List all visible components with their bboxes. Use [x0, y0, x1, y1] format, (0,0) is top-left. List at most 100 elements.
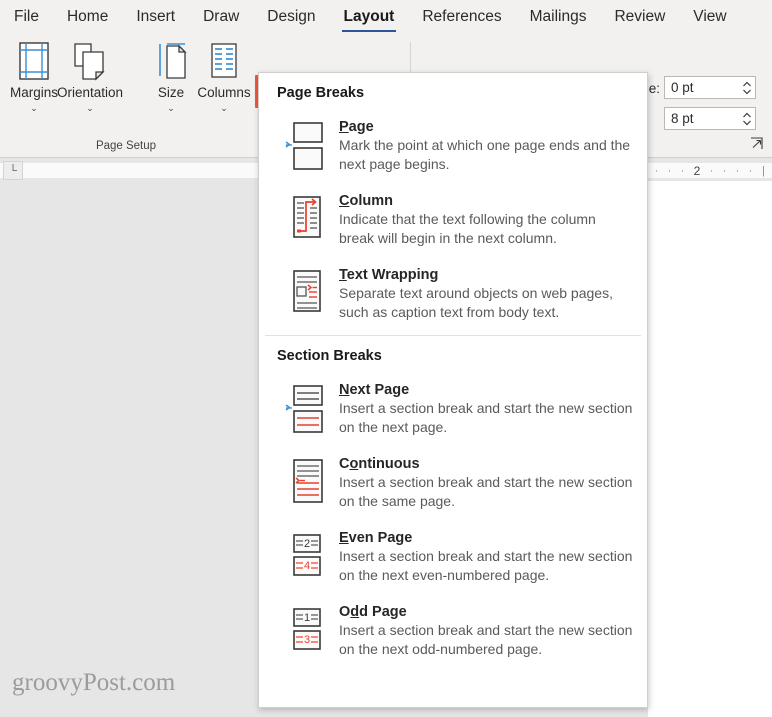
menu-item-text: Text Wrapping Separate text around objec… [337, 266, 633, 322]
menu-item-description: Insert a section break and start the new… [339, 474, 633, 509]
tab-label: Mailings [529, 8, 587, 25]
title-rest: ntinuous [358, 456, 420, 472]
title-pre: O [339, 604, 351, 620]
tab-label: View [693, 8, 727, 25]
tab-insert[interactable]: Insert [122, 0, 189, 34]
continuous-break-icon [275, 455, 337, 509]
even-page-break-icon: 2 4 [275, 529, 337, 583]
size-label: Size [157, 85, 185, 100]
menu-item-description: Insert a section break and start the new… [339, 622, 633, 657]
tab-stop-glyph: └ [9, 164, 17, 177]
ribbon-tab-bar: File Home Insert Draw Design Layout Refe… [0, 0, 772, 34]
menu-item-description: Insert a section break and start the new… [339, 548, 633, 583]
tab-review[interactable]: Review [600, 0, 679, 34]
chevron-down-icon: ⌄ [86, 103, 94, 113]
odd-page-break-icon: 1 3 [275, 603, 337, 657]
menu-item-description: Insert a section break and start the new… [339, 400, 633, 435]
menu-item-text: Even Page Insert a section break and sta… [337, 529, 633, 585]
accel-key: N [339, 382, 350, 398]
tab-references[interactable]: References [408, 0, 515, 34]
menu-item-even-page[interactable]: 2 4 Even Page Insert a section break and… [259, 520, 647, 594]
tab-stop-selector[interactable]: └ [3, 161, 23, 180]
tab-label: Insert [136, 8, 176, 25]
menu-item-title: Continuous [339, 456, 420, 472]
accel-key: P [339, 119, 349, 135]
menu-item-description: Separate text around objects on web page… [339, 285, 613, 320]
orientation-icon [67, 38, 113, 84]
odd-page-icon-number-top: 1 [304, 612, 310, 624]
menu-item-page[interactable]: Page Mark the point at which one page en… [259, 109, 647, 183]
spacing-before-input[interactable]: 0 pt [664, 76, 756, 99]
tab-layout[interactable]: Layout [330, 0, 409, 34]
spacing-after-input[interactable]: 8 pt [664, 107, 756, 130]
menu-item-title: Text Wrapping [339, 267, 438, 283]
watermark: groovyPost.com [12, 669, 176, 696]
tab-label: Draw [203, 8, 240, 25]
ruler-tick: · [654, 164, 659, 177]
ruler-tick: · [748, 164, 753, 177]
menu-item-text: Column Indicate that the text following … [337, 192, 633, 248]
title-rest: d Page [359, 604, 407, 620]
ruler-tick: · [709, 164, 714, 177]
chevron-down-icon: ⌄ [167, 103, 175, 113]
ruler-tick: · [722, 164, 727, 177]
spacing-before-value: 0 pt [671, 80, 694, 95]
chevron-down-icon: ⌄ [220, 103, 228, 113]
page-break-icon [275, 118, 337, 172]
tab-label: Home [66, 8, 109, 25]
ruler-tick: · [735, 164, 740, 177]
dialog-launcher-icon[interactable] [750, 137, 764, 151]
menu-item-continuous[interactable]: Continuous Insert a section break and st… [259, 446, 647, 520]
tab-home[interactable]: Home [53, 0, 122, 34]
spinner-arrows-icon[interactable] [739, 77, 755, 98]
orientation-label: Orientation [56, 85, 124, 100]
margins-icon [14, 38, 54, 84]
menu-item-title: Even Page [339, 530, 412, 546]
tab-design[interactable]: Design [253, 0, 329, 34]
text-wrapping-break-icon [275, 266, 337, 320]
word-window: File Home Insert Draw Design Layout Refe… [0, 0, 772, 717]
margins-button[interactable]: Margins ⌄ [2, 38, 66, 114]
accel-key: o [349, 456, 359, 472]
menu-item-text: Page Mark the point at which one page en… [337, 118, 633, 174]
menu-item-text-wrapping[interactable]: Text Wrapping Separate text around objec… [259, 257, 647, 331]
page-setup-group: Margins ⌄ Orientation ⌄ Size ⌄ Columns ⌄… [0, 34, 252, 158]
accel-key: E [339, 530, 349, 546]
ruler-edge-marker: | [762, 164, 765, 177]
page-breaks-header: Page Breaks [277, 85, 365, 101]
section-breaks-header: Section Breaks [277, 348, 382, 364]
chevron-down-icon: ⌄ [30, 103, 38, 113]
spinner-arrows-icon[interactable] [739, 108, 755, 129]
tab-mailings[interactable]: Mailings [516, 0, 601, 34]
tab-view[interactable]: View [679, 0, 740, 34]
accel-key: d [350, 604, 360, 620]
ruler-markings[interactable]: · · · 2 · · · · | [650, 163, 772, 178]
page-setup-group-label: Page Setup [95, 140, 157, 152]
menu-item-description: Mark the point at which one page ends an… [339, 137, 631, 172]
title-rest: ven Page [348, 530, 413, 546]
breaks-dropdown-menu: Page Breaks Page Mark the point at which… [258, 72, 648, 708]
ruler-tick: · [667, 164, 672, 177]
menu-item-column[interactable]: Column Indicate that the text following … [259, 183, 647, 257]
size-icon [151, 38, 191, 84]
menu-item-title: Next Page [339, 382, 409, 398]
tab-file[interactable]: File [0, 0, 53, 34]
ruler-number: 2 [693, 163, 701, 178]
orientation-button[interactable]: Orientation ⌄ [56, 38, 124, 114]
menu-item-odd-page[interactable]: 1 3 Odd Page Insert a section break and … [259, 594, 647, 668]
menu-item-text: Continuous Insert a section break and st… [337, 455, 633, 511]
menu-item-text: Next Page Insert a section break and sta… [337, 381, 633, 437]
title-pre: C [339, 456, 350, 472]
even-page-icon-number-top: 2 [304, 538, 310, 550]
tab-label: Review [614, 8, 666, 25]
odd-page-icon-number-bottom: 3 [304, 634, 310, 646]
menu-item-next-page[interactable]: Next Page Insert a section break and sta… [259, 372, 647, 446]
spacing-after-value: 8 pt [671, 111, 694, 126]
document-page[interactable] [648, 181, 772, 717]
next-page-break-icon [275, 381, 337, 435]
title-rest: ext Wrapping [346, 267, 439, 283]
menu-item-text: Odd Page Insert a section break and star… [337, 603, 633, 659]
menu-item-title: Page [339, 119, 374, 135]
columns-button[interactable]: Columns ⌄ [192, 38, 256, 114]
tab-draw[interactable]: Draw [189, 0, 253, 34]
